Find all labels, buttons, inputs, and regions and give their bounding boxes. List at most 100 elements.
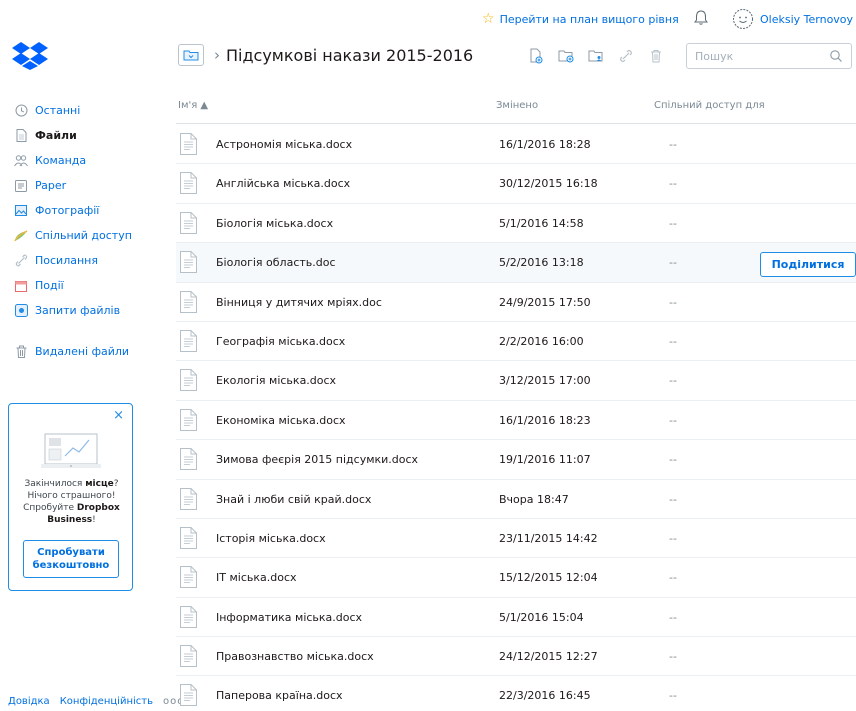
file-shared-with: -- [669, 177, 677, 191]
table-row[interactable]: Паперова країна.docx 22/3/2016 16:45 -- [176, 676, 856, 711]
document-icon [180, 290, 197, 313]
page-title: Підсумкові накази 2015-2016 [226, 45, 474, 65]
table-row[interactable]: Астрономія міська.docx 16/1/2016 18:28 -- [176, 125, 856, 165]
sidebar-item-label: Видалені файли [35, 345, 130, 358]
table-row[interactable]: ІТ міська.docx 15/12/2015 12:04 -- [176, 558, 856, 598]
file-name[interactable]: Географія міська.docx [216, 335, 345, 348]
table-row[interactable]: Інформатика міська.docx 5/1/2016 15:04 -- [176, 598, 856, 638]
file-shared-with: -- [669, 492, 677, 506]
shared-folder-button[interactable] [588, 48, 604, 64]
file-name[interactable]: Екологія міська.docx [216, 374, 336, 387]
privacy-link[interactable]: Конфіденційність [60, 696, 153, 707]
file-name[interactable]: Інформатика міська.docx [216, 611, 362, 624]
user-name: Oleksiy Ternovoy [760, 12, 854, 26]
star-icon: ☆ [482, 11, 495, 27]
file-modified: 3/12/2015 17:00 [499, 374, 591, 388]
upgrade-promo-card: × Закінчилося місце? Нічого страшного! С… [8, 403, 133, 591]
dropbox-logo[interactable] [12, 40, 48, 70]
sidebar-item-photos[interactable]: Фотографії [14, 198, 132, 223]
file-list: Астрономія міська.docx 16/1/2016 18:28 -- А… [176, 125, 856, 711]
sidebar-item-sharing[interactable]: Спільний доступ [14, 223, 132, 248]
search-input[interactable] [695, 49, 829, 63]
file-name[interactable]: Економіка міська.docx [216, 414, 346, 427]
photo-icon [14, 204, 28, 218]
promo-text-part: Нічого страшного! [27, 491, 116, 501]
close-icon[interactable]: × [113, 408, 124, 423]
table-row[interactable]: Знай і люби свій край.docx Вчора 18:47 -- [176, 480, 856, 519]
new-file-button[interactable] [528, 48, 544, 64]
sidebar-item-label: Фотографії [35, 204, 100, 217]
file-modified: 5/2/2016 13:18 [499, 256, 584, 270]
file-modified: Вчора 18:47 [499, 492, 569, 506]
delete-button[interactable] [648, 48, 664, 64]
table-row[interactable]: Географія міська.docx 2/2/2016 16:00 -- [176, 322, 856, 362]
avatar [733, 9, 753, 29]
file-name[interactable]: Зимова феєрія 2015 підсумки.docx [216, 453, 418, 466]
table-row[interactable]: Економіка міська.docx 16/1/2016 18:23 -- [176, 401, 856, 441]
file-name[interactable]: Паперова країна.docx [216, 689, 343, 702]
toolbar [528, 48, 678, 64]
file-modified: 23/11/2015 14:42 [499, 531, 598, 545]
file-shared-with: -- [669, 531, 677, 545]
file-shared-with: -- [669, 413, 677, 427]
column-header-modified: Змінено [496, 100, 539, 111]
sidebar-item-label: Команда [35, 154, 87, 167]
table-row[interactable]: Зимова феєрія 2015 підсумки.docx 19/1/201… [176, 440, 856, 480]
try-free-button[interactable]: Спробувати безкоштовно [23, 540, 119, 578]
promo-text-part: Спробуйте [23, 503, 77, 513]
table-row[interactable]: Історія міська.docx 23/11/2015 14:42 -- [176, 519, 856, 559]
breadcrumb: › Підсумкові накази 2015-2016 [178, 44, 473, 66]
file-name[interactable]: Історія міська.docx [216, 532, 326, 545]
file-shared-with: -- [669, 650, 677, 664]
table-row[interactable]: Біологія область.doc 5/2/2016 13:18 -- Поді… [176, 243, 856, 283]
search-icon[interactable] [829, 49, 843, 63]
file-modified: 15/12/2015 12:04 [499, 571, 598, 585]
share-button[interactable]: Поділитися [760, 252, 856, 278]
promo-text-part: ! [92, 515, 96, 525]
file-shared-with: -- [669, 295, 677, 309]
document-icon [180, 487, 197, 510]
file-name[interactable]: Англійська міська.docx [216, 177, 350, 190]
clock-icon [14, 104, 28, 118]
sidebar-item-deleted[interactable]: Видалені файли [14, 339, 132, 364]
document-icon [180, 211, 197, 234]
sidebar: Останні Файли Команда Paper Фотографії С… [14, 98, 132, 364]
table-row[interactable]: Англійська міська.docx 30/12/2015 16:18 -- [176, 164, 856, 204]
sidebar-item-file-requests[interactable]: Запити файлів [14, 298, 132, 323]
link-button[interactable] [618, 48, 634, 64]
upgrade-link[interactable]: ☆ Перейти на план вищого рівня [482, 12, 679, 26]
sidebar-item-paper[interactable]: Paper [14, 173, 132, 198]
sidebar-item-links[interactable]: Посилання [14, 248, 132, 273]
upgrade-label: Перейти на план вищого рівня [499, 12, 679, 26]
table-row[interactable]: Правознавство міська.docx 24/12/2015 12:2… [176, 637, 856, 677]
file-name[interactable]: Знай і люби свій край.docx [216, 493, 371, 506]
bell-icon[interactable] [692, 9, 710, 27]
file-name[interactable]: Правознавство міська.docx [216, 650, 374, 663]
sidebar-item-team[interactable]: Команда [14, 148, 132, 173]
file-name[interactable]: Біологія область.doc [216, 256, 336, 269]
column-header-name[interactable]: Ім'я ▲ [178, 100, 208, 111]
file-shared-with: -- [669, 334, 677, 348]
file-name[interactable]: Біологія міська.docx [216, 217, 333, 230]
table-row[interactable]: Біологія міська.docx 5/1/2016 14:58 -- [176, 204, 856, 244]
folder-menu-button[interactable] [178, 44, 204, 66]
file-name[interactable]: Вінниця у дитячих мріях.doc [216, 296, 382, 309]
file-name[interactable]: ІТ міська.docx [216, 571, 297, 584]
file-shared-with: -- [669, 138, 677, 151]
promo-text-part: ? [113, 479, 119, 489]
promo-illustration [41, 433, 101, 468]
table-row[interactable]: Вінниця у дитячих мріях.doc 24/9/2015 17:… [176, 283, 856, 322]
file-shared-with: -- [669, 256, 677, 270]
sidebar-item-files[interactable]: Файли [14, 123, 132, 148]
sidebar-item-recent[interactable]: Останні [14, 98, 132, 123]
user-menu[interactable]: Oleksiy Ternovoy [732, 8, 853, 30]
new-folder-button[interactable] [558, 48, 574, 64]
help-link[interactable]: Довідка [8, 696, 50, 707]
sidebar-item-events[interactable]: Події [14, 273, 132, 298]
document-icon [180, 408, 197, 431]
file-name[interactable]: Астрономія міська.docx [216, 138, 352, 151]
shared-folder-icon [588, 50, 603, 62]
file-modified: 24/9/2015 17:50 [499, 295, 591, 309]
table-row[interactable]: Екологія міська.docx 3/12/2015 17:00 -- [176, 361, 856, 401]
file-modified: 2/2/2016 16:00 [499, 334, 584, 348]
